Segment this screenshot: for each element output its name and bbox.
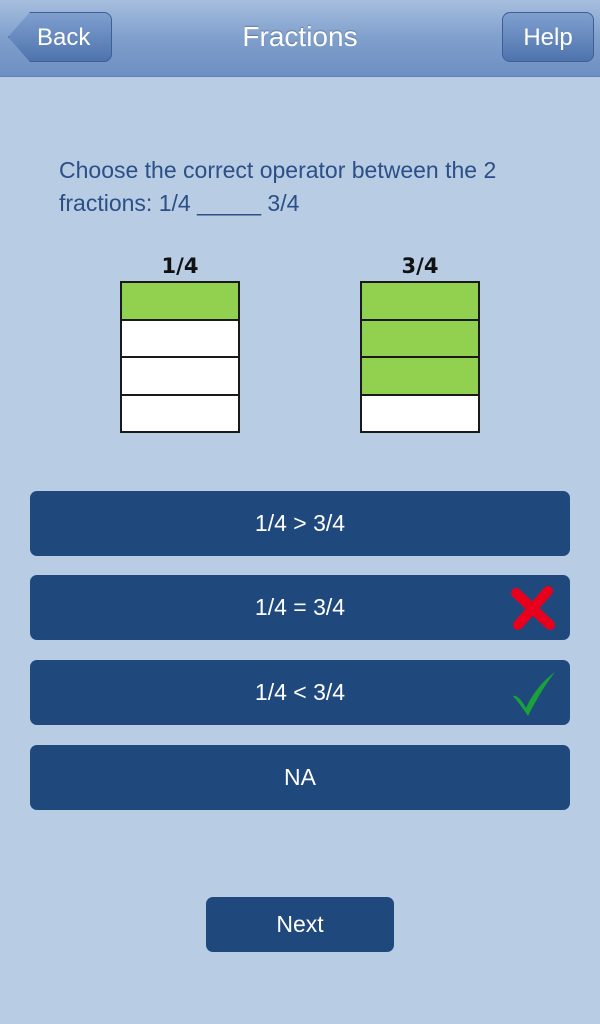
help-button[interactable]: Help [502, 12, 594, 62]
fraction-bar-segment [122, 320, 238, 358]
fraction-bar-segment [362, 358, 478, 396]
fraction-bar-segment [122, 283, 238, 321]
fraction-bar-segment [362, 395, 478, 431]
fraction-label-1: 1/4 [161, 254, 199, 278]
back-button[interactable]: Back [8, 12, 112, 62]
option-label: 1/4 < 3/4 [254, 679, 346, 705]
fraction-bar-segment [362, 320, 478, 358]
nav-bar: Fractions Back Help [0, 0, 600, 77]
option-less-than-button[interactable]: 1/4 < 3/4 [30, 660, 570, 725]
fraction-label-2: 3/4 [401, 254, 439, 278]
question-text: Choose the correct operator between the … [59, 157, 497, 216]
fraction-bar-segment [122, 395, 238, 431]
cross-icon [511, 586, 555, 630]
fraction-bar-2 [360, 281, 480, 433]
option-label: NA [284, 764, 316, 790]
option-label: 1/4 > 3/4 [254, 510, 346, 536]
fraction-bar-segment [362, 283, 478, 321]
fraction-bar-1 [120, 281, 240, 433]
option-na-button[interactable]: NA [30, 745, 570, 810]
next-button[interactable]: Next [206, 897, 394, 952]
fraction-bar-segment [122, 358, 238, 396]
option-label: 1/4 = 3/4 [254, 594, 346, 620]
option-equal-button[interactable]: 1/4 = 3/4 [30, 575, 570, 640]
check-icon [513, 672, 555, 716]
option-greater-than-button[interactable]: 1/4 > 3/4 [30, 491, 570, 556]
